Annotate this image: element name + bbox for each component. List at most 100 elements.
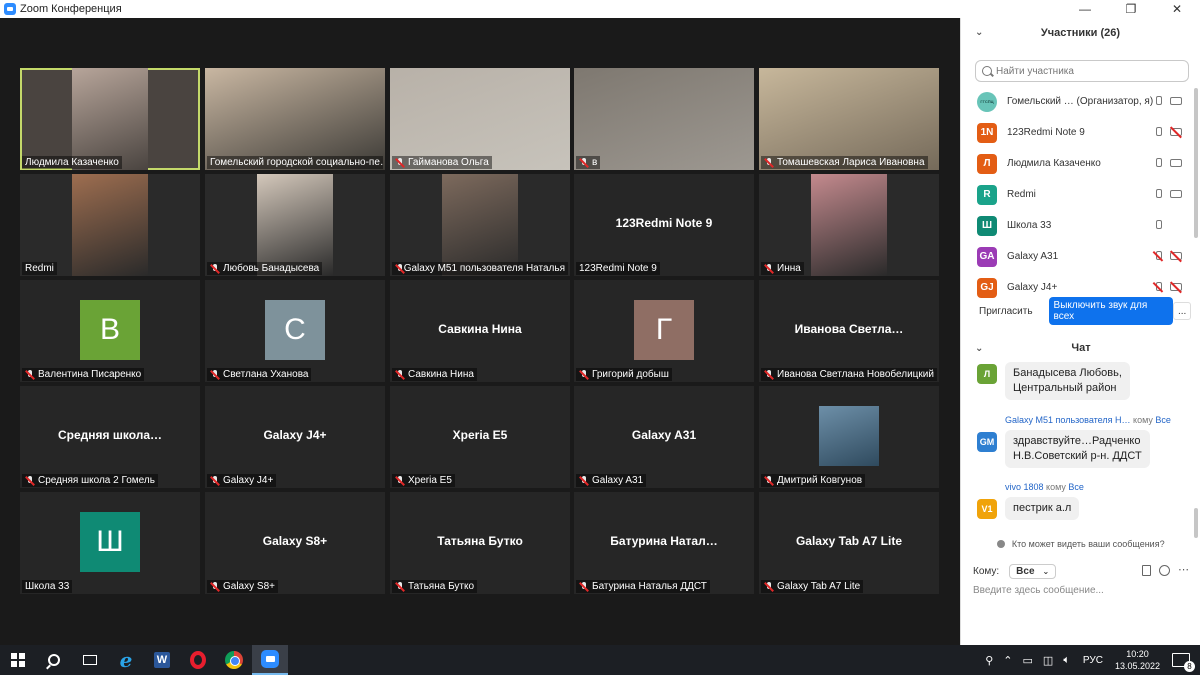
mic-icon[interactable] — [1154, 189, 1162, 200]
mic-icon[interactable] — [1154, 158, 1162, 169]
start-button[interactable] — [0, 645, 36, 675]
video-tile[interactable]: Инна — [759, 174, 939, 276]
taskbar-opera[interactable] — [180, 645, 216, 675]
task-view-button[interactable] — [72, 645, 108, 675]
video-tile[interactable]: 123Redmi Note 9 123Redmi Note 9 — [574, 174, 754, 276]
video-tile[interactable]: Людмила Казаченко — [20, 68, 200, 170]
video-tile[interactable]: Galaxy J4+ Galaxy J4+ — [205, 386, 385, 488]
participant-name-text: Гомельский городской социально-пе… — [210, 157, 383, 168]
video-tile[interactable]: в — [574, 68, 754, 170]
taskbar-word[interactable]: W — [144, 645, 180, 675]
clock-date: 13.05.2022 — [1114, 661, 1160, 671]
chat-avatar: V1 — [977, 499, 997, 519]
participant-row[interactable]: 1N 123Redmi Note 9 — [961, 117, 1200, 148]
participant-row[interactable]: GA Galaxy A31 — [961, 241, 1200, 272]
who-can-see-link[interactable]: Кто может видеть ваши сообщения? — [961, 539, 1200, 549]
participant-name-label: Гомельский городской социально-пе… — [207, 156, 383, 169]
system-tray: ⚲ ⌃ ▭ ◫ 🔈︎ РУС 10:20 13.05.2022 8 — [980, 645, 1200, 675]
participant-name-center: Galaxy Tab A7 Lite — [795, 534, 903, 548]
video-tile[interactable]: Татьяна Бутко Татьяна Бутко — [390, 492, 570, 594]
mic-icon[interactable] — [1154, 127, 1162, 138]
recipient-dropdown[interactable]: Все ⌄ — [1009, 564, 1057, 579]
mic-muted-icon — [579, 157, 589, 168]
collapse-chevron-icon[interactable]: ⌄ — [975, 27, 983, 38]
camera-off-icon[interactable] — [1170, 252, 1182, 260]
people-icon — [997, 540, 1006, 548]
file-icon[interactable] — [1142, 565, 1151, 576]
participant-row[interactable]: Л Людмила Казаченко — [961, 148, 1200, 179]
chevron-up-icon[interactable]: ⌃ — [1003, 654, 1012, 667]
chat-avatar: GM — [977, 432, 997, 452]
chat-header: ⌄ Чат — [961, 338, 1200, 358]
chat-message-line: здравствуйте…Радченко — [1013, 435, 1141, 447]
network-icon[interactable]: ◫ — [1043, 654, 1053, 667]
more-dots-icon[interactable]: ⋯ — [1178, 565, 1189, 576]
chat-messages: Л Банадысева Любовь, Центральный район G… — [961, 362, 1200, 542]
participant-video — [574, 68, 754, 170]
video-tile[interactable]: Средняя школа… Средняя школа 2 Гомель — [20, 386, 200, 488]
video-tile[interactable]: Дмитрий Ковгунов — [759, 386, 939, 488]
clock[interactable]: 10:20 13.05.2022 — [1115, 648, 1160, 672]
video-gallery: Людмила Казаченко Гомельский городской со… — [0, 18, 960, 645]
emoji-icon[interactable] — [1159, 565, 1170, 576]
video-tile[interactable]: Galaxy M51 пользователя Наталья — [390, 174, 570, 276]
taskbar-chrome[interactable] — [216, 645, 252, 675]
participant-row[interactable]: ГГСПЦ Гомельский … (Организатор, я) — [961, 86, 1200, 117]
camera-off-icon[interactable] — [1170, 283, 1182, 291]
video-tile[interactable]: Савкина Нина Савкина Нина — [390, 280, 570, 382]
mic-muted-icon — [395, 369, 405, 380]
video-tile[interactable]: Любовь Банадысева — [205, 174, 385, 276]
video-tile[interactable]: Xperia E5 Xperia E5 — [390, 386, 570, 488]
notification-center-icon[interactable]: 8 — [1172, 653, 1195, 672]
participant-name-text: Савкина Нина — [408, 369, 474, 380]
mute-all-button[interactable]: Выключить звук для всех — [1048, 297, 1174, 325]
video-tile[interactable]: Ш Школа 33 — [20, 492, 200, 594]
video-tile[interactable]: Иванова Светла… Иванова Светлана Новобели… — [759, 280, 939, 382]
volume-icon[interactable]: 🔈︎ — [1063, 654, 1070, 667]
mic-icon[interactable] — [1154, 96, 1162, 107]
video-tile[interactable]: Г Григорий добыш — [574, 280, 754, 382]
video-tile[interactable]: Galaxy Tab A7 Lite Galaxy Tab A7 Lite — [759, 492, 939, 594]
more-options-button[interactable]: ... — [1173, 302, 1191, 320]
camera-icon[interactable] — [1170, 97, 1182, 105]
participant-row[interactable]: R Redmi — [961, 179, 1200, 210]
video-tile[interactable]: Гайманова Ольга — [390, 68, 570, 170]
camera-icon[interactable] — [1170, 190, 1182, 198]
taskbar-zoom[interactable] — [252, 645, 288, 675]
chat-message-input[interactable]: Введите здесь сообщение... — [973, 585, 1189, 603]
close-button[interactable]: ✕ — [1154, 0, 1200, 18]
chrome-icon — [225, 651, 243, 669]
minimize-button[interactable]: — — [1062, 0, 1108, 18]
video-tile[interactable]: Гомельский городской социально-пе… — [205, 68, 385, 170]
video-tile[interactable]: Galaxy A31 Galaxy A31 — [574, 386, 754, 488]
chat-scrollbar[interactable] — [1194, 508, 1198, 538]
people-icon[interactable]: ⚲ — [985, 654, 993, 667]
camera-off-icon[interactable] — [1170, 128, 1182, 136]
participant-name-center: Иванова Светла… — [794, 322, 904, 336]
video-tile[interactable]: С Светлана Уханова — [205, 280, 385, 382]
battery-icon[interactable]: ▭ — [1023, 654, 1033, 667]
mic-icon[interactable] — [1154, 220, 1162, 231]
video-tile[interactable]: Батурина Натал… Батурина Наталья ДДСТ — [574, 492, 754, 594]
video-tile[interactable]: В Валентина Писаренко — [20, 280, 200, 382]
participant-name: Гомельский … (Организатор, я) — [1007, 96, 1154, 107]
taskbar-search-button[interactable] — [36, 645, 72, 675]
taskbar-ie[interactable]: e — [108, 645, 144, 675]
participant-name-text: Galaxy J4+ — [223, 475, 274, 486]
chat-collapse-chevron-icon[interactable]: ⌄ — [975, 343, 983, 354]
language-indicator[interactable]: РУС — [1083, 655, 1103, 666]
mic-muted-icon[interactable] — [1154, 282, 1162, 293]
participant-row[interactable]: Ш Школа 33 — [961, 210, 1200, 241]
video-tile[interactable]: Galaxy S8+ Galaxy S8+ — [205, 492, 385, 594]
chat-recipient: Все — [1155, 415, 1171, 425]
participants-scrollbar[interactable] — [1194, 88, 1198, 238]
video-tile[interactable]: Томашевская Лариса Ивановна — [759, 68, 939, 170]
participant-search-input[interactable]: Найти участника — [975, 60, 1189, 82]
invite-button[interactable]: Пригласить — [973, 304, 1039, 319]
chat-to-label: кому — [1133, 415, 1153, 425]
participant-name-text: Людмила Казаченко — [25, 157, 119, 168]
mic-muted-icon[interactable] — [1154, 251, 1162, 262]
video-tile[interactable]: Redmi — [20, 174, 200, 276]
restore-button[interactable]: ❐ — [1108, 0, 1154, 18]
camera-icon[interactable] — [1170, 159, 1182, 167]
